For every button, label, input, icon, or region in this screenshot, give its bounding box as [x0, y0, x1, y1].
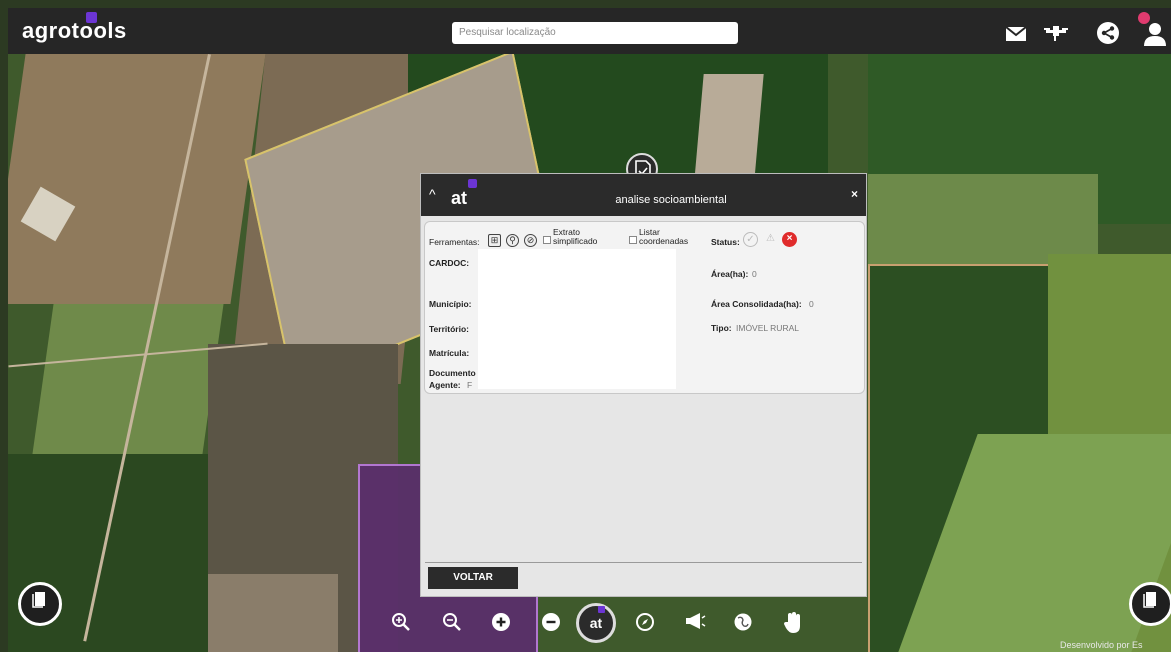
tipo-value: IMÓVEL RURAL: [736, 323, 799, 333]
voltar-button[interactable]: VOLTAR: [428, 567, 518, 589]
brand-logo[interactable]: agrotools: [22, 18, 127, 44]
area-value: 0: [752, 269, 757, 279]
map-settlement: [208, 574, 338, 652]
logo-mark-icon: [598, 606, 605, 613]
hand-icon[interactable]: [781, 612, 805, 636]
divider: [425, 562, 862, 563]
drone-icon[interactable]: [1044, 22, 1068, 44]
status-ok-icon[interactable]: ✓: [743, 232, 758, 247]
zoom-in-icon[interactable]: [389, 612, 413, 636]
documento-label: Documento: [429, 368, 476, 378]
redacted-area: [478, 249, 676, 389]
logo-mark-icon: [468, 179, 477, 188]
plus-icon[interactable]: [489, 612, 513, 636]
matricula-label: Matrícula:: [429, 348, 470, 358]
share-icon[interactable]: [1096, 22, 1120, 44]
modal-title: analise socioambiental: [615, 194, 727, 206]
credit-text: Desenvolvido por Es: [1060, 640, 1143, 650]
status-warning-icon[interactable]: ⚠: [763, 232, 778, 247]
area-consolidada-value: 0: [809, 299, 814, 309]
layers-right-button[interactable]: [1129, 582, 1171, 626]
minus-icon[interactable]: [539, 612, 563, 636]
agente-label: Agente:: [429, 380, 461, 390]
brand-mark-icon: [86, 12, 97, 23]
extrato-label: Extrato simplificado: [553, 227, 598, 246]
search-input[interactable]: Pesquisar localização: [452, 22, 738, 44]
mail-icon[interactable]: [1004, 24, 1028, 46]
zoom-out-icon[interactable]: [440, 612, 464, 636]
tipo-label: Tipo:: [711, 323, 732, 333]
zoom-tool-icon[interactable]: ⚲: [506, 234, 519, 247]
collapse-button[interactable]: ^: [429, 186, 436, 202]
info-panel: Ferramentas: ⊞ ⚲ ⊘ Extrato simplificado …: [424, 221, 865, 394]
extrato-checkbox[interactable]: [543, 236, 551, 244]
area-label: Área(ha):: [711, 269, 749, 279]
modal-header: ^ at analise socioambiental ×: [421, 174, 866, 216]
layers-left-button[interactable]: [18, 582, 62, 626]
modal-logo: at: [451, 188, 468, 208]
agente-value: F: [467, 380, 473, 390]
area-consolidada-label: Área Consolidada(ha):: [711, 299, 802, 309]
globe-icon[interactable]: [731, 612, 755, 636]
listar-label: Listar coordenadas: [639, 227, 689, 246]
user-icon[interactable]: [1143, 22, 1167, 46]
compass-icon[interactable]: [633, 612, 657, 636]
block-tool-icon[interactable]: ⊘: [524, 234, 537, 247]
map-tool-icon[interactable]: ⊞: [488, 234, 501, 247]
cardoc-label: CARDOC:: [429, 258, 470, 268]
status-error-icon[interactable]: ×: [782, 232, 797, 247]
listar-checkbox[interactable]: [629, 236, 637, 244]
agrotools-center-button[interactable]: at: [576, 603, 616, 643]
close-button[interactable]: ×: [851, 187, 858, 201]
analysis-modal: ^ at analise socioambiental × Ferramenta…: [420, 173, 867, 597]
map-field: [868, 174, 1098, 264]
tools-label: Ferramentas:: [429, 237, 480, 247]
megaphone-icon[interactable]: [683, 612, 707, 636]
status-label: Status:: [711, 237, 740, 247]
territorio-label: Território:: [429, 324, 469, 334]
municipio-label: Município:: [429, 299, 472, 309]
map-field: [8, 54, 266, 304]
